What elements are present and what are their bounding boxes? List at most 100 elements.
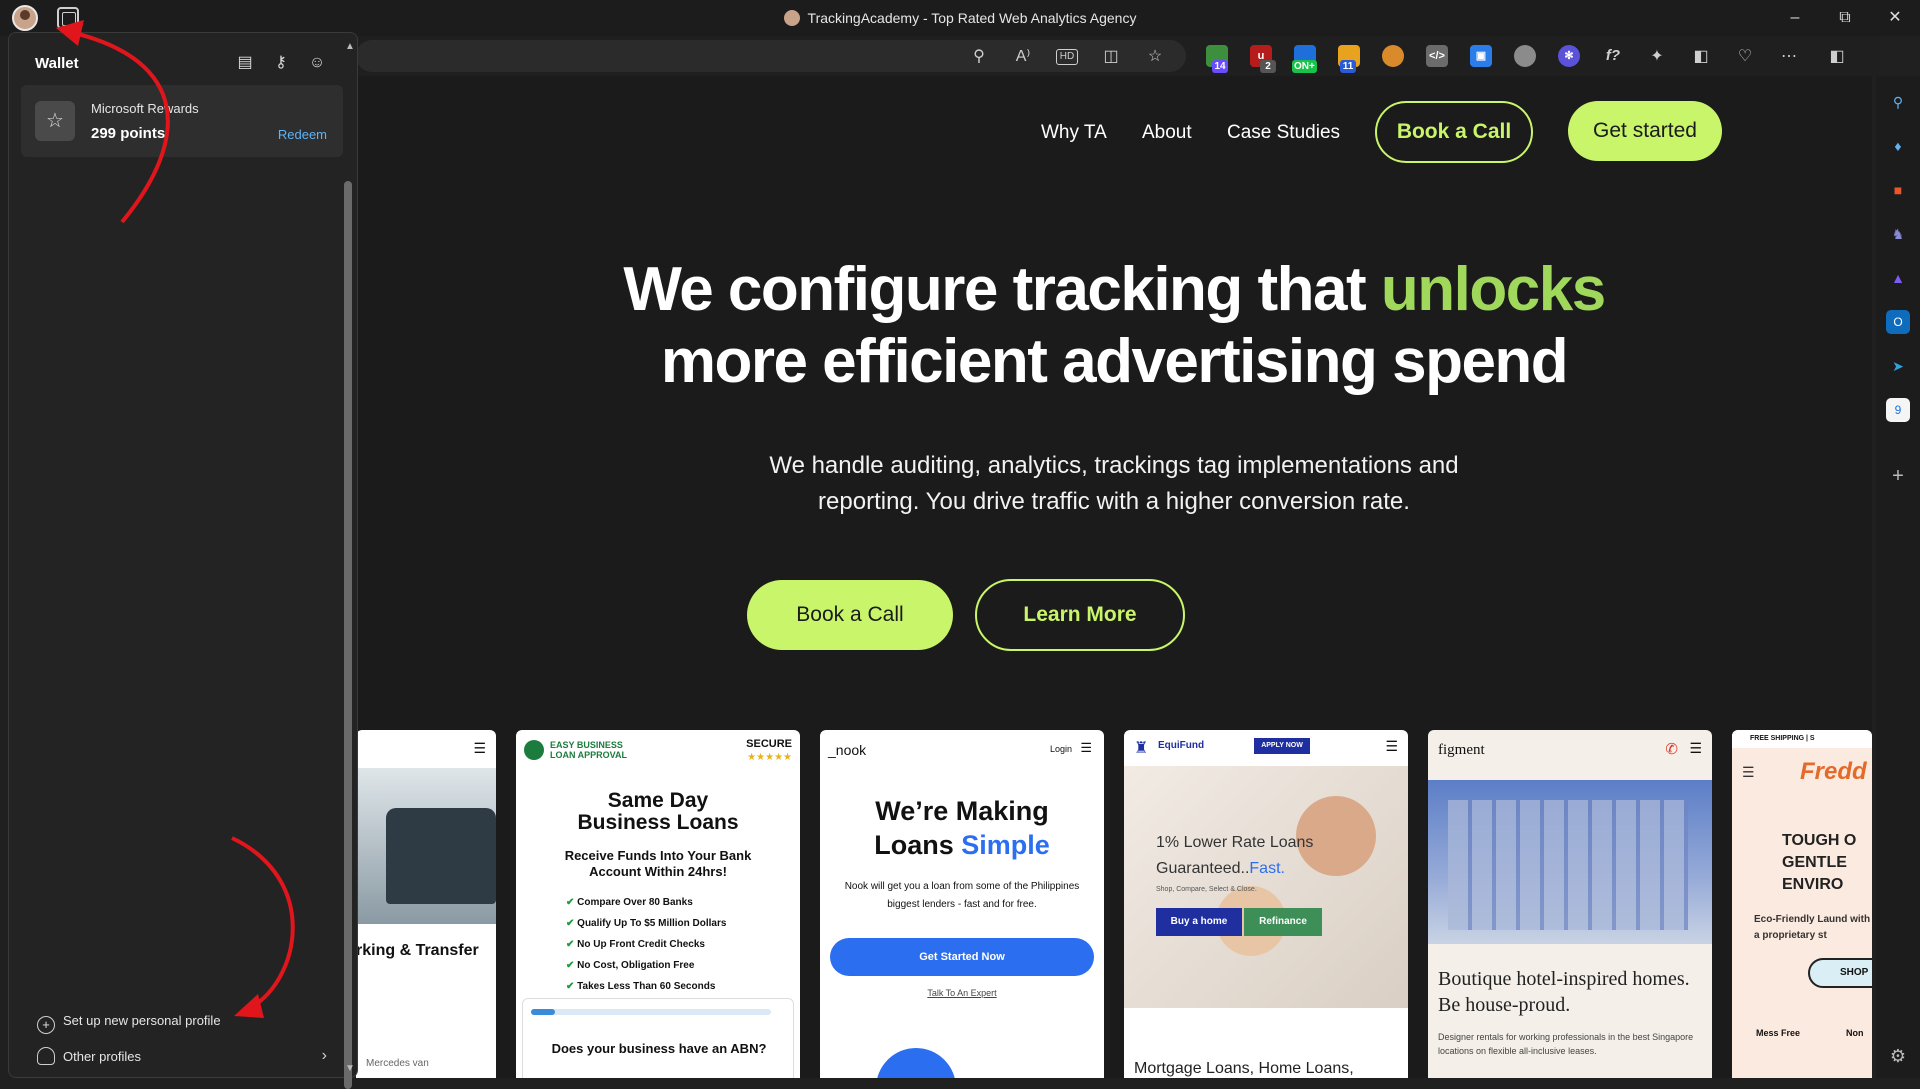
list-item: ✔ Qualify Up To $5 Million Dollars	[566, 918, 727, 929]
flyout-scrollbar[interactable]	[344, 181, 352, 1089]
other-profiles-button[interactable]: Other profiles ›	[37, 1047, 327, 1065]
portfolio-card[interactable]: _nook Login ☰ We’re Making Loans Simple N…	[820, 730, 1104, 1078]
rating-stars-icon: ★★★★★	[747, 752, 792, 763]
nav-case-studies[interactable]: Case Studies	[1227, 122, 1340, 144]
van-image	[356, 768, 496, 924]
learn-more-button[interactable]: Learn More	[975, 579, 1185, 651]
trophy-icon: ☆	[35, 101, 75, 141]
extension-badge: ON+	[1292, 60, 1317, 73]
extension-fx-icon[interactable]: f?	[1602, 45, 1624, 67]
key-icon[interactable]: ⚷	[271, 53, 291, 73]
address-bar[interactable]: ⚲ A⁾ HD ◫ ☆	[356, 40, 1186, 72]
equifund-logo-icon: ♜	[1134, 740, 1149, 757]
copilot-icon[interactable]: ▲	[1886, 266, 1910, 290]
profile-flyout: Wallet ▤ ⚷ ☺ ☆ Microsoft Rewards 299 poi…	[8, 32, 358, 1089]
extension-cookie-icon[interactable]	[1382, 45, 1404, 67]
extension-badge: 2	[1260, 60, 1276, 73]
shopping-tag-icon[interactable]: ♦	[1886, 134, 1910, 158]
sidebar-toggle-icon[interactable]: ◧	[1826, 46, 1848, 68]
card-icon[interactable]: ▤	[235, 53, 255, 73]
checklist: ✔ Compare Over 80 Banks ✔ Qualify Up To …	[566, 892, 726, 997]
extension-disc-icon[interactable]	[1514, 45, 1536, 67]
title-bar: TrackingAcademy - Top Rated Web Analytic…	[0, 0, 1920, 36]
book-a-call-button[interactable]: Book a Call	[747, 580, 953, 650]
settings-gear-icon[interactable]: ⚙	[1886, 1044, 1910, 1068]
people-icon	[37, 1047, 55, 1065]
van-shape	[386, 808, 496, 904]
split-screen-icon[interactable]: ◫	[1100, 46, 1122, 68]
redeem-link[interactable]: Redeem	[278, 127, 327, 142]
whatsapp-icon[interactable]: ✆	[1665, 740, 1678, 758]
list-item: ✔ No Up Front Credit Checks	[566, 939, 705, 950]
split-view-icon[interactable]: ◧	[1690, 46, 1712, 68]
extensions-puzzle-icon[interactable]: ✦	[1646, 46, 1668, 68]
outlook-icon[interactable]: O	[1886, 310, 1910, 334]
hero-title: We configure tracking that unlocks more …	[623, 255, 1606, 396]
scroll-down-icon[interactable]: ▼	[345, 1063, 355, 1074]
scroll-up-icon[interactable]: ▲	[345, 41, 355, 52]
search-icon[interactable]: ⚲	[1886, 90, 1910, 114]
telegram-icon[interactable]: ➤	[1886, 354, 1910, 378]
hero-subtitle: We handle auditing, analytics, trackings…	[769, 452, 1459, 515]
hd-icon[interactable]: HD	[1056, 49, 1078, 65]
favorite-icon[interactable]: ☆	[1144, 46, 1166, 68]
buy-home-button[interactable]: Buy a home	[1156, 908, 1242, 936]
hero-accent: unlocks	[1380, 255, 1606, 324]
shop-button[interactable]: SHOP	[1808, 958, 1872, 988]
refinance-button[interactable]: Refinance	[1244, 908, 1322, 936]
rewards-points: 299 points	[91, 125, 166, 142]
window-title: TrackingAcademy - Top Rated Web Analytic…	[0, 10, 1920, 26]
add-icon[interactable]: +	[1886, 464, 1910, 488]
close-icon[interactable]: ✕	[1880, 6, 1910, 30]
extension-blue-square-icon[interactable]: ▣	[1470, 45, 1492, 67]
add-circle-icon: +	[37, 1016, 55, 1034]
menu-icon[interactable]: ☰	[1689, 740, 1702, 757]
extension-badge: 11	[1340, 60, 1356, 73]
portfolio-card[interactable]: ♜ EquiFund APPLY NOW ☰ 1% Lower Rate Loa…	[1124, 730, 1408, 1078]
browser-toolbar: ⚲ A⁾ HD ◫ ☆ 14 u 2 ON+ 11 </> ▣ ✻ f? ✦ ◧…	[356, 36, 1880, 76]
extension-code-icon[interactable]: </>	[1426, 45, 1448, 67]
hotel-image	[1428, 780, 1712, 944]
menu-icon[interactable]: ☰	[473, 740, 486, 757]
setup-new-profile-button[interactable]: + Set up new personal profile	[37, 1013, 221, 1034]
games-chess-icon[interactable]: ♞	[1886, 222, 1910, 246]
rewards-name: Microsoft Rewards	[91, 101, 199, 116]
progress-bar	[531, 1009, 771, 1015]
calendar-icon[interactable]: 9	[1886, 398, 1910, 422]
nav-why-ta[interactable]: Why TA	[1041, 122, 1107, 144]
nav-about[interactable]: About	[1142, 122, 1192, 144]
tools-briefcase-icon[interactable]: ■	[1886, 178, 1910, 202]
personal-info-icon[interactable]: ☺	[307, 53, 327, 73]
menu-icon[interactable]: ☰	[1385, 738, 1398, 755]
portfolio-card[interactable]: figment ✆ ☰ Boutique hotel-inspired home…	[1428, 730, 1712, 1078]
list-item: ✔ Compare Over 80 Banks	[566, 897, 693, 908]
portfolio-card[interactable]: FREE SHIPPING | S ☰ Fredd TOUGH O GENTLE…	[1732, 730, 1872, 1078]
decor-circle	[876, 1048, 956, 1078]
restore-icon[interactable]: ⧉	[1830, 6, 1860, 30]
more-menu-icon[interactable]: ⋯	[1778, 46, 1800, 68]
get-started-now-button[interactable]: Get Started Now	[830, 938, 1094, 976]
browser-essentials-icon[interactable]: ♡	[1734, 46, 1756, 68]
read-aloud-icon[interactable]: A⁾	[1012, 46, 1034, 68]
portfolio-card[interactable]: EASY BUSINESS LOAN APPROVAL SECURE ★★★★★…	[516, 730, 800, 1078]
menu-icon[interactable]: ☰	[1742, 764, 1755, 781]
microsoft-rewards-card[interactable]: ☆ Microsoft Rewards 299 points Redeem	[21, 85, 343, 157]
form-box: Does your business have an ABN?	[522, 998, 794, 1078]
wallet-title[interactable]: Wallet	[35, 55, 79, 72]
portfolio-card[interactable]: ☰ rking & Transfer Mercedes van	[356, 730, 496, 1078]
list-item: ✔ No Cost, Obligation Free	[566, 960, 695, 971]
extension-gear-icon[interactable]: ✻	[1558, 45, 1580, 67]
site-favicon-icon	[783, 10, 800, 26]
get-started-button[interactable]: Get started	[1568, 101, 1722, 161]
chevron-right-icon: ›	[321, 1047, 327, 1064]
menu-icon[interactable]: ☰	[1080, 740, 1092, 756]
wallet-header: Wallet ▤ ⚷ ☺	[21, 45, 339, 81]
list-item: ✔ Takes Less Than 60 Seconds	[566, 981, 716, 992]
zoom-icon[interactable]: ⚲	[968, 46, 990, 68]
shield-logo-icon	[524, 740, 544, 760]
apply-now-button[interactable]: APPLY NOW	[1254, 738, 1310, 754]
book-a-call-header-button[interactable]: Book a Call	[1375, 101, 1533, 163]
web-page: Why TA About Case Studies Book a Call Ge…	[356, 76, 1872, 1078]
minimize-icon[interactable]: –	[1780, 6, 1810, 30]
talk-to-expert-link[interactable]: Talk To An Expert	[820, 988, 1104, 998]
